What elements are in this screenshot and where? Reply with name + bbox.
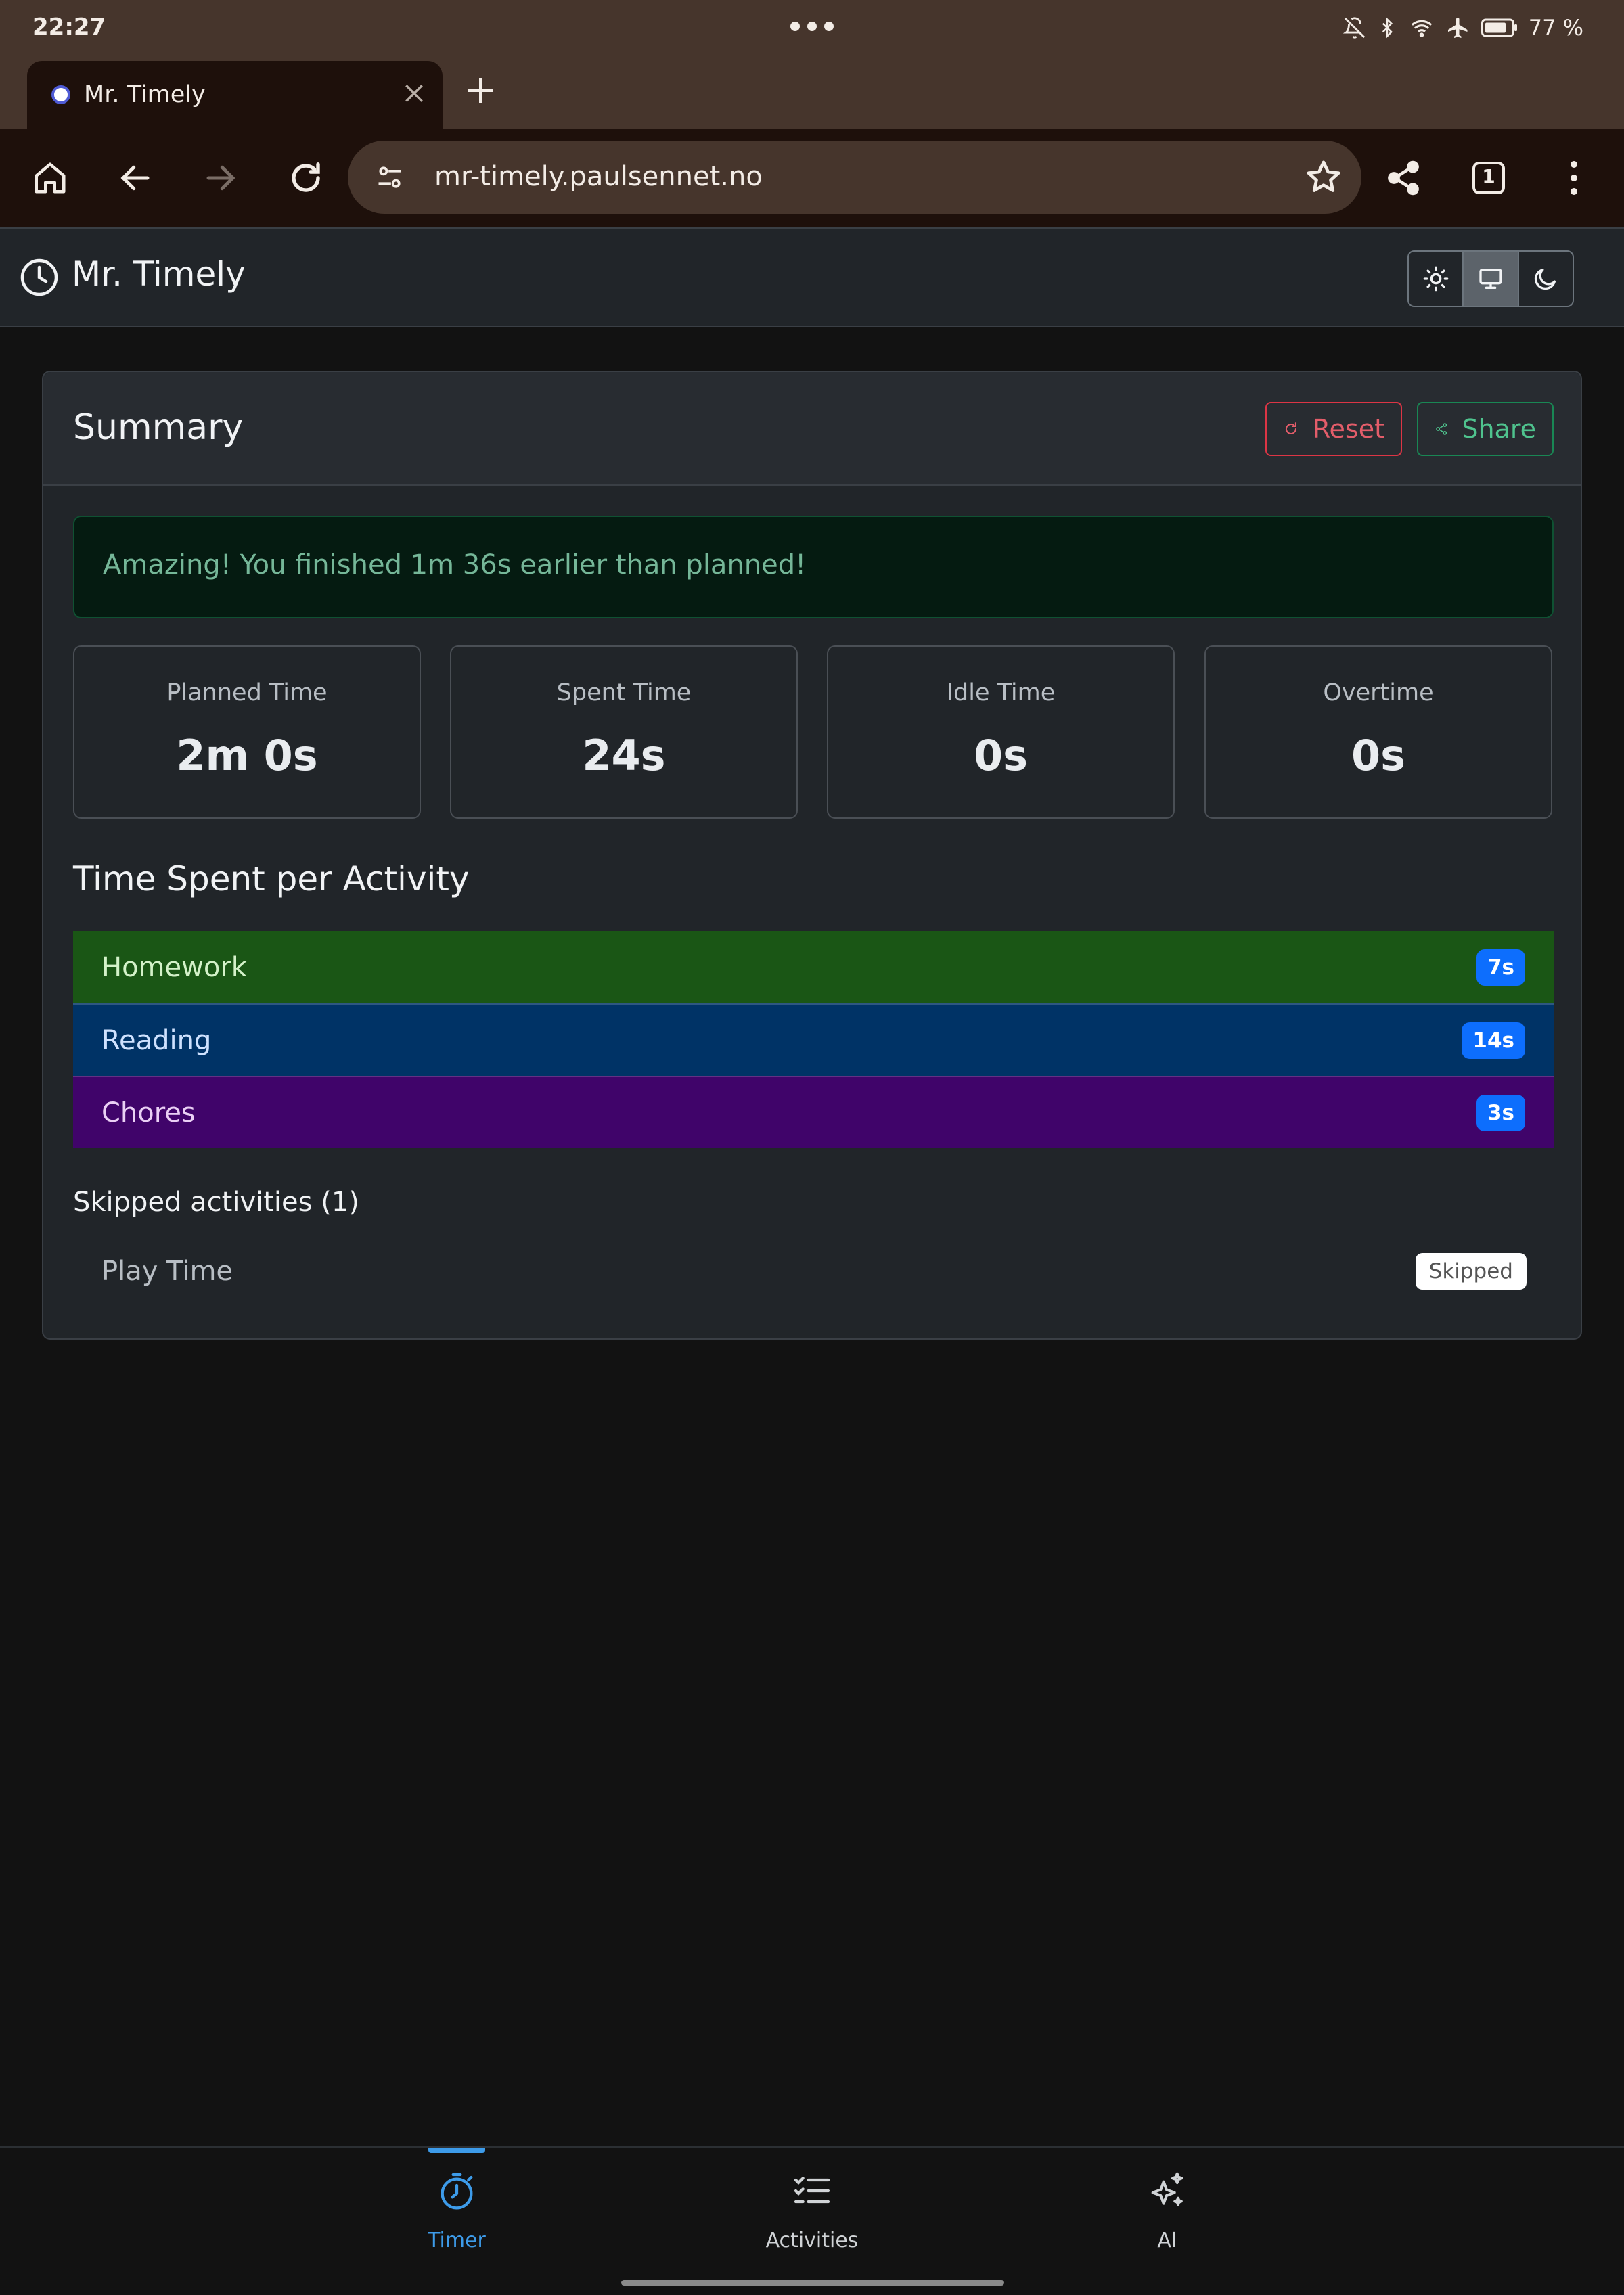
tab-count: 1 [1482,165,1495,187]
browser-tab[interactable]: Mr. Timely [27,61,443,129]
activity-time-badge: 14s [1462,1022,1525,1059]
theme-toggle [1407,250,1574,307]
home-indicator [621,2280,1004,2286]
stat-value: 24s [582,731,666,780]
tab-title: Mr. Timely [84,81,206,108]
close-tab-icon[interactable] [401,80,428,107]
nav-ai[interactable]: AI [1066,2148,1269,2283]
nav-label: AI [1157,2229,1177,2252]
battery-percent: 77 % [1528,15,1583,41]
activity-name: Chores [102,1097,196,1129]
theme-dark-button[interactable] [1519,252,1573,306]
share-icon [1388,160,1419,196]
site-settings-icon[interactable] [375,162,405,192]
checklist-icon [794,2177,830,2204]
status-time: 22:27 [32,14,106,41]
stat-label: Overtime [1323,679,1434,706]
stat-label: Idle Time [946,679,1056,706]
share-label: Share [1462,414,1536,444]
success-alert: Amazing! You finished 1m 36s earlier tha… [73,516,1554,618]
browser-toolbar: mr-timely.paulsennet.no 1 [0,129,1624,227]
browser-menu-button[interactable] [1552,156,1596,200]
activity-row: Chores 3s [73,1076,1554,1148]
reset-icon [1286,422,1296,434]
more-dots-icon [785,22,839,32]
bluetooth-icon [1382,17,1393,39]
status-icons: 77 % [1343,14,1583,42]
more-vertical-icon [1571,161,1577,195]
activity-row: Reading 14s [73,1003,1554,1076]
new-tab-icon[interactable] [464,74,497,107]
nav-label: Activities [765,2229,859,2252]
sparkles-icon [1151,2172,1183,2206]
back-button[interactable] [114,156,157,200]
tab-switcher-button[interactable]: 1 [1467,156,1510,200]
reset-label: Reset [1312,414,1384,444]
nav-label: Timer [428,2229,486,2252]
app-navbar: Mr. Timely [0,227,1624,327]
stat-value: 2m 0s [176,731,318,780]
activity-row: Homework 7s [73,931,1554,1003]
bell-off-icon [1343,17,1365,39]
activity-time-badge: 7s [1476,949,1525,986]
stat-overtime: Overtime 0s [1204,645,1552,819]
alert-text: Amazing! You finished 1m 36s earlier tha… [103,549,807,581]
monitor-icon [1479,269,1502,289]
skipped-activity-name: Play Time [102,1256,233,1287]
reset-button[interactable]: Reset [1265,402,1402,456]
card-title: Summary [73,407,244,448]
home-icon [35,162,66,194]
skipped-row: Play Time Skipped [73,1241,1554,1302]
activity-list: Homework 7s Reading 14s Chores 3s [73,931,1554,1148]
stat-value: 0s [1351,731,1406,780]
arrow-left-icon [120,165,150,191]
share-nodes-icon [1436,423,1447,435]
stat-spent-time: Spent Time 24s [450,645,798,819]
status-bar: 22:27 77 % [0,0,1624,55]
reload-icon [292,162,320,192]
wifi-icon [1411,20,1432,37]
section-title: Time Spent per Activity [73,859,470,899]
stat-label: Planned Time [166,679,328,706]
activity-name: Reading [102,1024,212,1056]
arrow-right-icon [206,165,235,191]
activity-name: Homework [102,951,247,983]
bottom-nav: Timer Activities AI [0,2146,1624,2295]
url-text: mr-timely.paulsennet.no [434,161,763,192]
theme-auto-button[interactable] [1464,252,1519,306]
theme-light-button[interactable] [1409,252,1464,306]
favicon-icon [51,85,70,104]
share-page-button[interactable] [1382,156,1425,200]
activity-time-badge: 3s [1476,1094,1525,1131]
clock-icon [20,258,58,296]
reload-button[interactable] [284,156,328,200]
tab-strip: Mr. Timely [0,55,1624,129]
share-button[interactable]: Share [1417,402,1554,456]
stat-label: Spent Time [556,679,692,706]
forward-button[interactable] [199,156,242,200]
stat-value: 0s [973,731,1029,780]
app-title: Mr. Timely [72,254,246,294]
summary-card: Summary Reset Share Amazing! You finishe… [42,371,1582,1340]
card-header: Summary Reset Share [43,372,1581,486]
stopwatch-icon [441,2173,473,2210]
nav-timer[interactable]: Timer [355,2148,558,2283]
star-icon[interactable] [1305,158,1343,196]
stat-idle-time: Idle Time 0s [827,645,1175,819]
moon-icon [1535,269,1556,290]
airplane-icon [1447,18,1468,38]
skipped-title: Skipped activities (1) [73,1187,359,1218]
battery-icon [1481,18,1517,37]
nav-activities[interactable]: Activities [710,2148,914,2283]
home-button[interactable] [28,156,72,200]
address-bar[interactable]: mr-timely.paulsennet.no [348,141,1361,214]
stat-planned-time: Planned Time 2m 0s [73,645,421,819]
skipped-badge: Skipped [1415,1253,1527,1290]
sun-icon [1423,266,1448,292]
active-indicator [428,2148,485,2153]
